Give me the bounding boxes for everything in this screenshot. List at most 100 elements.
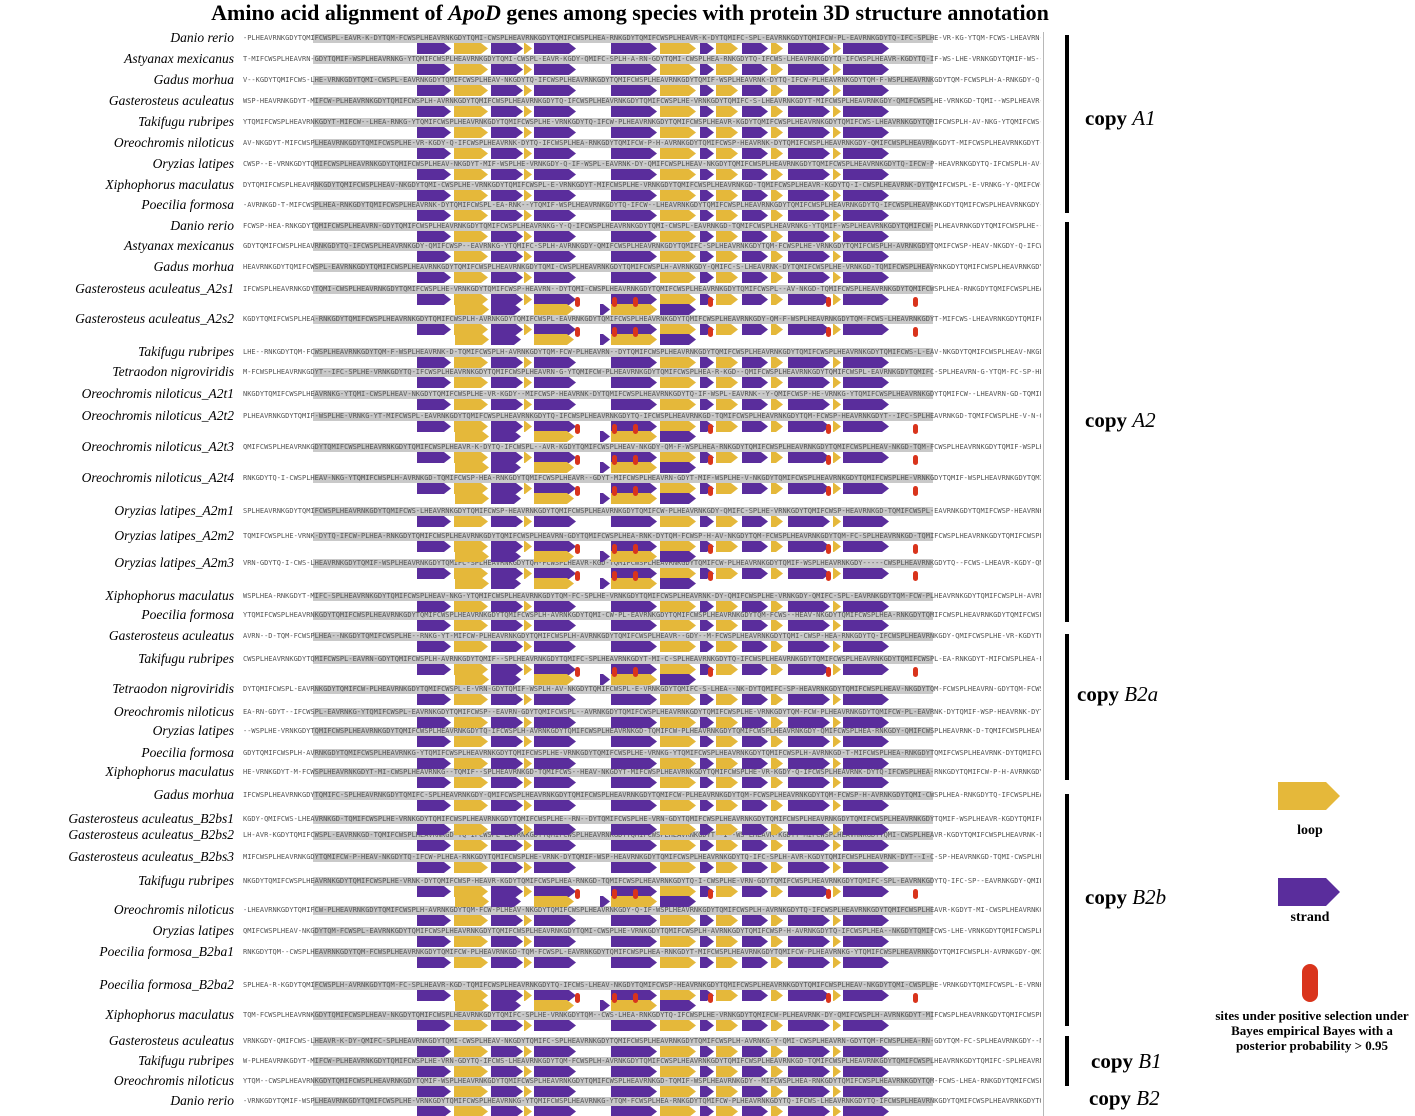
strand-arrow: [491, 800, 523, 811]
loop-arrow: [716, 169, 738, 180]
strand-arrow: [788, 1086, 830, 1097]
positive-selection-site: [633, 993, 638, 1003]
strand-arrow: [700, 106, 714, 117]
strand-arrow: [788, 717, 830, 728]
loop-arrow: [534, 578, 574, 589]
loop-arrow: [660, 990, 696, 1001]
strand-arrow: [491, 824, 523, 835]
bracket-b2a: [1065, 634, 1069, 780]
strand-arrow: [700, 357, 714, 368]
strand-arrow: [534, 1106, 576, 1116]
loop-arrow: [716, 736, 738, 747]
strand-arrow: [611, 641, 657, 652]
loop-arrow: [455, 334, 489, 345]
loop-arrow: [534, 1000, 574, 1011]
loop-arrow: [660, 231, 696, 242]
strand-arrow: [742, 777, 768, 788]
loop-arrow: [833, 272, 841, 283]
loop-arrow: [771, 452, 783, 463]
strand-arrow: [417, 541, 451, 552]
strand-arrow: [534, 736, 576, 747]
loop-arrow: [833, 399, 841, 410]
strand-arrow: [843, 399, 889, 410]
strand-arrow: [417, 601, 451, 612]
strand-arrow: [700, 777, 714, 788]
strand-arrow: [600, 431, 610, 442]
bracket-b2b: [1065, 794, 1069, 1026]
loop-arrow: [524, 717, 532, 728]
positive-selection-site: [575, 667, 580, 677]
strand-arrow: [611, 169, 657, 180]
loop-arrow: [660, 641, 696, 652]
strand-arrow: [611, 620, 657, 631]
strand-arrow: [742, 1046, 768, 1057]
positive-selection-site: [612, 667, 617, 677]
loop-arrow: [833, 990, 841, 1001]
strand-arrow: [491, 64, 523, 75]
loop-arrow: [660, 251, 696, 262]
strand-arrow: [843, 1086, 889, 1097]
loop-arrow: [660, 840, 696, 851]
loop-arrow: [454, 169, 488, 180]
strand-arrow: [611, 862, 657, 873]
strand-arrow: [417, 210, 451, 221]
strand-arrow: [491, 106, 523, 117]
strand-arrow: [534, 127, 576, 138]
strand-arrow: [491, 551, 521, 562]
strand-arrow: [843, 736, 889, 747]
loop-arrow: [716, 127, 738, 138]
loop-arrow: [524, 824, 532, 835]
positive-selection-site: [913, 993, 918, 1003]
strand-arrow: [611, 777, 657, 788]
loop-arrow: [524, 601, 532, 612]
loop-arrow: [716, 1106, 738, 1116]
strand-arrow: [417, 620, 451, 631]
strand-arrow: [491, 1046, 523, 1057]
strand-arrow: [660, 334, 696, 345]
loop-arrow: [771, 1046, 783, 1057]
loop-arrow: [454, 641, 488, 652]
loop-arrow: [660, 1106, 696, 1116]
loop-arrow: [771, 43, 783, 54]
strand-arrow: [788, 568, 830, 579]
strand-arrow: [742, 1020, 768, 1031]
loop-arrow: [716, 915, 738, 926]
loop-arrow: [833, 957, 841, 968]
strand-arrow: [491, 231, 523, 242]
strand-arrow: [843, 190, 889, 201]
strand-arrow: [788, 106, 830, 117]
loop-arrow: [833, 452, 841, 463]
strand-arrow: [742, 399, 768, 410]
loop-arrow: [524, 915, 532, 926]
positive-selection-site: [575, 424, 580, 434]
loop-arrow: [524, 251, 532, 262]
strand-arrow: [491, 294, 523, 305]
strand-arrow: [491, 886, 523, 897]
loop-arrow: [454, 840, 488, 851]
loop-arrow: [455, 674, 489, 685]
loop-arrow: [660, 85, 696, 96]
strand-arrow: [788, 452, 830, 463]
strand-arrow: [788, 758, 830, 769]
loop-arrow: [524, 421, 532, 432]
strand-arrow: [417, 957, 451, 968]
strand-arrow: [700, 64, 714, 75]
strand-arrow: [611, 824, 657, 835]
strand-arrow: [534, 399, 576, 410]
positive-selection-site: [612, 455, 617, 465]
positive-selection-site: [612, 889, 617, 899]
loop-arrow: [833, 483, 841, 494]
loop-arrow: [833, 85, 841, 96]
strand-arrow: [843, 169, 889, 180]
strand-arrow: [700, 190, 714, 201]
positive-selection-site: [708, 889, 713, 899]
loop-arrow: [524, 85, 532, 96]
strand-arrow: [491, 421, 523, 432]
loop-arrow: [524, 483, 532, 494]
strand-arrow: [742, 736, 768, 747]
strand-arrow: [417, 1046, 451, 1057]
loop-arrow: [833, 190, 841, 201]
positive-selection-site: [913, 571, 918, 581]
loop-arrow: [771, 886, 783, 897]
loop-arrow: [833, 1106, 841, 1116]
